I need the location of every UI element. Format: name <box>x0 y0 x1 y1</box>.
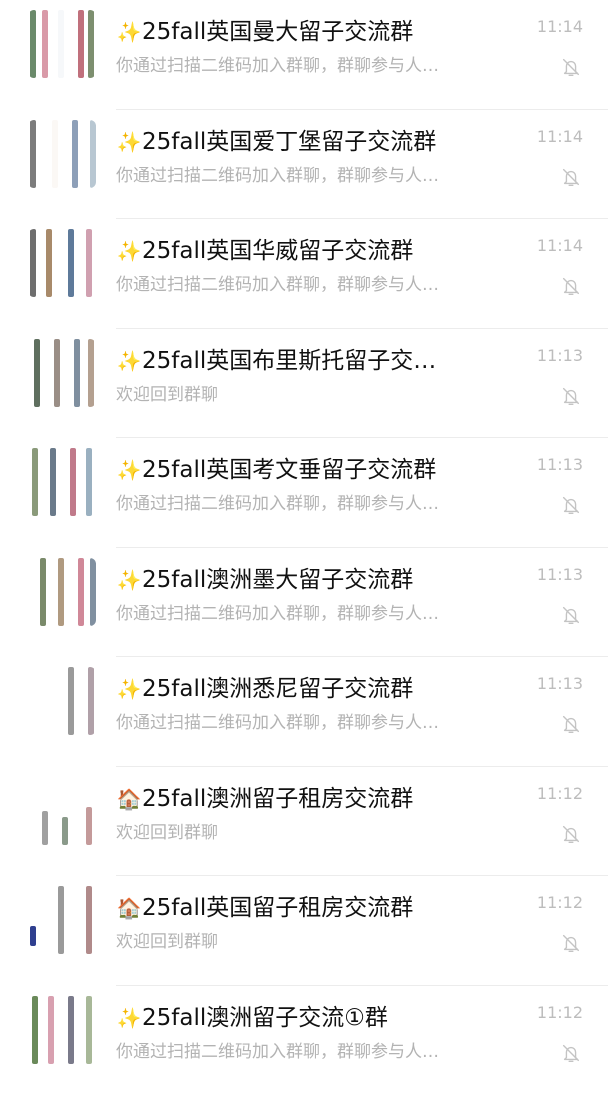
chat-title-text: 25fall澳洲留子交流①群 <box>142 1005 388 1031</box>
chat-time: 11:14 <box>537 126 583 148</box>
sparkles-icon: ✨ <box>116 235 142 267</box>
chat-preview: 你通过扫描二维码加入群聊，群聊参与人… <box>116 1040 506 1064</box>
chat-row[interactable]: ✨25fall英国华威留子交流群 你通过扫描二维码加入群聊，群聊参与人… 11:… <box>0 219 608 329</box>
mute-bell-icon <box>560 385 582 407</box>
chat-time: 11:13 <box>537 673 583 695</box>
chat-preview: 欢迎回到群聊 <box>116 821 506 845</box>
mute-bell-icon <box>560 713 582 735</box>
chat-time: 11:12 <box>537 892 583 914</box>
chat-list: ✨25fall英国曼大留子交流群 你通过扫描二维码加入群聊，群聊参与人… 11:… <box>0 0 608 1080</box>
chat-title-text: 25fall英国考文垂留子交流群 <box>142 457 436 483</box>
chat-time: 11:12 <box>537 1002 583 1024</box>
group-avatar[interactable] <box>28 448 96 516</box>
chat-row[interactable]: 🏠25fall澳洲留子租房交流群 欢迎回到群聊 11:12 <box>0 767 608 877</box>
mute-bell-icon <box>560 604 582 626</box>
sparkles-icon: ✨ <box>116 16 142 48</box>
chat-title: ✨25fall英国考文垂留子交流群 <box>116 454 526 486</box>
chat-row[interactable]: ✨25fall英国考文垂留子交流群 你通过扫描二维码加入群聊，群聊参与人… 11… <box>0 438 608 548</box>
chat-preview: 欢迎回到群聊 <box>116 930 506 954</box>
chat-row[interactable]: ✨25fall英国布里斯托留子交… 欢迎回到群聊 11:13 <box>0 329 608 439</box>
chat-title-text: 25fall澳洲悉尼留子交流群 <box>142 676 413 702</box>
sparkles-icon: ✨ <box>116 1002 142 1034</box>
chat-row[interactable]: ✨25fall澳洲留子交流①群 你通过扫描二维码加入群聊，群聊参与人… 11:1… <box>0 986 608 1095</box>
chat-preview: 你通过扫描二维码加入群聊，群聊参与人… <box>116 54 506 78</box>
mute-bell-icon <box>560 275 582 297</box>
chat-title-text: 25fall澳洲留子租房交流群 <box>142 786 413 812</box>
group-avatar[interactable] <box>28 886 96 954</box>
chat-title-text: 25fall英国留子租房交流群 <box>142 895 413 921</box>
chat-row[interactable]: 🏠25fall英国留子租房交流群 欢迎回到群聊 11:12 <box>0 876 608 986</box>
group-avatar[interactable] <box>28 339 96 407</box>
chat-title-text: 25fall英国布里斯托留子交… <box>142 348 436 374</box>
chat-title-text: 25fall澳洲墨大留子交流群 <box>142 567 413 593</box>
mute-bell-icon <box>560 56 582 78</box>
chat-title-text: 25fall英国爱丁堡留子交流群 <box>142 129 436 155</box>
mute-bell-icon <box>560 1042 582 1064</box>
group-avatar[interactable] <box>28 996 96 1064</box>
chat-time: 11:14 <box>537 16 583 38</box>
sparkles-icon: ✨ <box>116 454 142 486</box>
mute-bell-icon <box>560 166 582 188</box>
chat-preview: 你通过扫描二维码加入群聊，群聊参与人… <box>116 602 506 626</box>
sparkles-icon: ✨ <box>116 564 142 596</box>
chat-row[interactable]: ✨25fall英国爱丁堡留子交流群 你通过扫描二维码加入群聊，群聊参与人… 11… <box>0 110 608 220</box>
chat-title-text: 25fall英国华威留子交流群 <box>142 238 413 264</box>
group-avatar[interactable] <box>28 558 96 626</box>
chat-row[interactable]: ✨25fall澳洲悉尼留子交流群 你通过扫描二维码加入群聊，群聊参与人… 11:… <box>0 657 608 767</box>
group-avatar[interactable] <box>28 229 96 297</box>
house-icon: 🏠 <box>116 892 142 924</box>
chat-title-text: 25fall英国曼大留子交流群 <box>142 19 413 45</box>
chat-preview: 你通过扫描二维码加入群聊，群聊参与人… <box>116 492 506 516</box>
group-avatar[interactable] <box>28 10 96 78</box>
chat-title: ✨25fall澳洲墨大留子交流群 <box>116 564 526 596</box>
chat-title: 🏠25fall澳洲留子租房交流群 <box>116 783 526 815</box>
chat-title: 🏠25fall英国留子租房交流群 <box>116 892 526 924</box>
chat-time: 11:14 <box>537 235 583 257</box>
group-avatar[interactable] <box>28 120 96 188</box>
chat-preview: 你通过扫描二维码加入群聊，群聊参与人… <box>116 711 506 735</box>
mute-bell-icon <box>560 494 582 516</box>
group-avatar[interactable] <box>28 667 96 735</box>
sparkles-icon: ✨ <box>116 126 142 158</box>
chat-row[interactable]: ✨25fall澳洲墨大留子交流群 你通过扫描二维码加入群聊，群聊参与人… 11:… <box>0 548 608 658</box>
mute-bell-icon <box>560 932 582 954</box>
chat-preview: 欢迎回到群聊 <box>116 383 506 407</box>
chat-title: ✨25fall澳洲悉尼留子交流群 <box>116 673 526 705</box>
chat-row[interactable]: ✨25fall英国曼大留子交流群 你通过扫描二维码加入群聊，群聊参与人… 11:… <box>0 0 608 110</box>
group-avatar[interactable] <box>28 777 96 845</box>
sparkles-icon: ✨ <box>116 345 142 377</box>
house-icon: 🏠 <box>116 783 142 815</box>
chat-time: 11:13 <box>537 454 583 476</box>
chat-title: ✨25fall英国华威留子交流群 <box>116 235 526 267</box>
chat-time: 11:13 <box>537 564 583 586</box>
chat-title: ✨25fall英国布里斯托留子交… <box>116 345 526 377</box>
chat-title: ✨25fall英国曼大留子交流群 <box>116 16 526 48</box>
chat-preview: 你通过扫描二维码加入群聊，群聊参与人… <box>116 164 506 188</box>
chat-preview: 你通过扫描二维码加入群聊，群聊参与人… <box>116 273 506 297</box>
sparkles-icon: ✨ <box>116 673 142 705</box>
chat-time: 11:12 <box>537 783 583 805</box>
chat-title: ✨25fall英国爱丁堡留子交流群 <box>116 126 526 158</box>
chat-title: ✨25fall澳洲留子交流①群 <box>116 1002 526 1034</box>
mute-bell-icon <box>560 823 582 845</box>
chat-time: 11:13 <box>537 345 583 367</box>
